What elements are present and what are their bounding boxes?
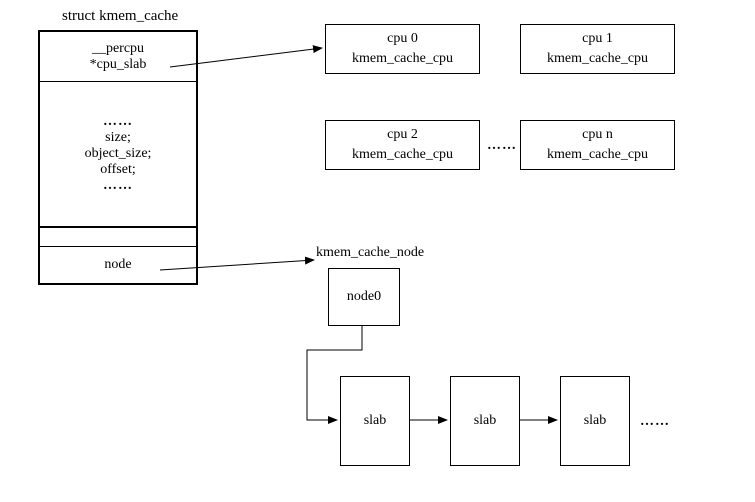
cpu-dots: …… [487,138,517,154]
slab-box-2: slab [560,376,630,466]
cpu-box-n: cpu n kmem_cache_cpu [520,120,675,170]
node0-box: node0 [328,268,400,326]
cpu0-line2: kmem_cache_cpu [352,49,453,69]
percpu-line1: __percpu [92,41,144,57]
slab2-label: slab [584,411,607,431]
cpu2-line1: cpu 2 [387,125,418,145]
cpu0-line1: cpu 0 [387,29,418,49]
cpu-box-2: cpu 2 kmem_cache_cpu [325,120,480,170]
cpu-box-0: cpu 0 kmem_cache_cpu [325,24,480,74]
struct-title: struct kmem_cache [62,8,178,25]
slab-box-1: slab [450,376,520,466]
struct-cell-node: node [40,247,196,283]
struct-node-label: node [104,257,131,273]
struct-cell-middle: …… size; object_size; offset; …… [40,82,196,227]
mid-dots-top: …… [103,114,133,130]
cpun-line2: kmem_cache_cpu [547,145,648,165]
mid-objsize: object_size; [85,146,152,162]
struct-cell-percpu: __percpu *cpu_slab [40,32,196,82]
slab1-label: slab [474,411,497,431]
struct-kmem-cache: __percpu *cpu_slab …… size; object_size;… [38,30,198,285]
slab0-label: slab [364,411,387,431]
mid-dots-bottom: …… [103,178,133,194]
cpu1-line2: kmem_cache_cpu [547,49,648,69]
cpu-box-1: cpu 1 kmem_cache_cpu [520,24,675,74]
struct-cell-gap [40,227,196,247]
mid-size: size; [105,130,131,146]
cpun-line1: cpu n [582,125,613,145]
cpu1-line1: cpu 1 [582,29,613,49]
percpu-line2: *cpu_slab [90,57,147,73]
node0-label: node0 [347,287,381,307]
mid-offset: offset; [100,162,136,178]
slab-box-0: slab [340,376,410,466]
node-section-title: kmem_cache_node [316,245,424,261]
cpu2-line2: kmem_cache_cpu [352,145,453,165]
slab-trailing-dots: …… [640,414,670,430]
